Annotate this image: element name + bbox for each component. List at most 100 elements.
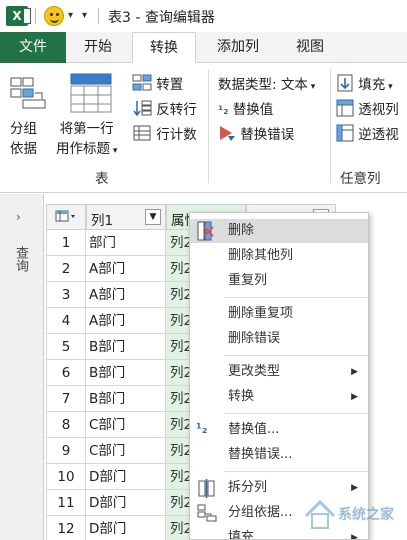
group-by-label-2: 依据 — [10, 141, 37, 157]
replace-values-button[interactable]: ¹₂ 替换值 — [218, 98, 273, 118]
row-number: 7 — [46, 386, 86, 412]
transpose-icon — [132, 74, 152, 91]
cell-col1[interactable]: B部门 — [86, 360, 166, 386]
transpose-button[interactable]: 转置 — [132, 73, 183, 93]
tab-home[interactable]: 开始 — [66, 32, 130, 63]
split-column-icon — [198, 479, 215, 498]
queries-panel[interactable]: › 查询 — [0, 194, 44, 540]
menu-item-label: 删除 — [228, 223, 255, 238]
menu-item-label: 替换值... — [228, 422, 280, 437]
menu-item-remove[interactable]: 删除 — [190, 219, 368, 243]
count-rows-icon — [133, 125, 151, 141]
cell-col1[interactable]: D部门 — [86, 516, 166, 540]
row-number: 10 — [46, 464, 86, 490]
row-number: 6 — [46, 360, 86, 386]
cell-col1[interactable]: B部门 — [86, 386, 166, 412]
title-separator-2 — [98, 8, 99, 24]
menu-item-label: 删除重复项 — [228, 306, 294, 321]
group-by-button[interactable]: 分组 依据 — [10, 119, 37, 159]
menu-separator — [224, 297, 368, 298]
tab-file[interactable]: 文件 — [0, 32, 66, 63]
chevron-down-icon: ▾ — [110, 146, 118, 156]
row-number: 1 — [46, 230, 86, 256]
group-table-label: 表 — [95, 171, 109, 187]
chevron-down-icon: ▾ — [307, 82, 316, 92]
count-rows-label: 行计数 — [156, 127, 197, 143]
menu-item-transform[interactable]: 转换 ▶ — [190, 385, 368, 409]
menu-item-replace-values[interactable]: ¹₂ 替换值... — [190, 418, 368, 442]
submenu-arrow-icon: ▶ — [351, 367, 358, 377]
data-type-dropdown[interactable]: 数据类型: 文本 ▾ — [218, 73, 315, 93]
tab-transform[interactable]: 转换 — [132, 32, 196, 64]
use-first-row-headers-button[interactable]: 将第一行 用作标题 ▾ — [56, 119, 117, 161]
ribbon-tabs: 文件 开始 转换 添加列 视图 — [0, 32, 407, 64]
cell-col1[interactable]: C部门 — [86, 438, 166, 464]
chevron-down-icon: ▾ — [385, 82, 393, 92]
cell-col1[interactable]: 部门 — [86, 230, 166, 256]
menu-separator — [224, 355, 368, 356]
excel-logo-icon[interactable]: X — [6, 6, 31, 26]
menu-item-label: 替换错误... — [228, 447, 293, 462]
cell-col1[interactable]: B部门 — [86, 334, 166, 360]
cell-col1[interactable]: D部门 — [86, 490, 166, 516]
menu-item-remove-other-columns[interactable]: 删除其他列 — [190, 244, 368, 268]
replace-values-label: 替换值 — [232, 102, 274, 118]
menu-item-label: 重复列 — [228, 273, 268, 288]
replace-errors-button[interactable]: 替换错误 — [218, 123, 294, 143]
menu-item-label: 分组依据... — [228, 505, 293, 520]
column-filter-icon[interactable]: ▼ — [145, 209, 161, 225]
fill-down-icon — [337, 74, 353, 92]
reverse-rows-label: 反转行 — [156, 102, 197, 118]
ribbon-group-separator-2 — [330, 69, 331, 183]
tab-add-column[interactable]: 添加列 — [200, 32, 276, 63]
row-number: 4 — [46, 308, 86, 334]
pivot-column-label: 透视列 — [358, 102, 399, 118]
customize-toolbar-icon[interactable]: ▾ — [82, 10, 87, 21]
smiley-dropdown-icon[interactable]: ▾ — [68, 10, 73, 21]
expand-panel-icon[interactable]: › — [16, 210, 21, 224]
menu-item-label: 删除其他列 — [228, 248, 294, 263]
row-number: 9 — [46, 438, 86, 464]
fill-button[interactable]: 填充 ▾ — [336, 73, 393, 93]
menu-item-remove-duplicates[interactable]: 删除重复项 — [190, 302, 368, 326]
menu-item-replace-errors[interactable]: 替换错误... — [190, 443, 368, 467]
menu-item-duplicate-column[interactable]: 重复列 — [190, 269, 368, 293]
row-number: 8 — [46, 412, 86, 438]
menu-item-label: 更改类型 — [228, 364, 281, 379]
column-header-1[interactable]: 列1 ▼ — [86, 204, 166, 230]
cell-col1[interactable]: A部门 — [86, 282, 166, 308]
replace-values-icon: ¹₂ — [196, 422, 208, 437]
row-number: 3 — [46, 282, 86, 308]
fill-label: 填充 — [358, 77, 386, 93]
row-number: 2 — [46, 256, 86, 282]
menu-item-remove-errors[interactable]: 删除错误 — [190, 327, 368, 351]
pivot-column-button[interactable]: 透视列 — [336, 98, 399, 118]
group-any-column-label: 任意列 — [340, 171, 381, 187]
menu-item-change-type[interactable]: 更改类型 ▶ — [190, 360, 368, 384]
replace-errors-icon — [220, 126, 235, 141]
group-by-label-1: 分组 — [10, 121, 37, 137]
use-first-row-label-2: 用作标题 — [56, 141, 110, 157]
reverse-rows-button[interactable]: 反转行 — [132, 98, 197, 118]
cell-col1[interactable]: C部门 — [86, 412, 166, 438]
unpivot-columns-label: 逆透视 — [358, 127, 399, 143]
replace-values-icon: ¹₂ — [218, 103, 229, 117]
feedback-smiley-icon[interactable] — [44, 6, 64, 26]
data-type-label: 数据类型: 文本 — [218, 77, 308, 93]
menu-item-label: 填充 — [228, 530, 255, 540]
watermark-logo: 系统之家 — [300, 490, 404, 534]
title-bar: X ▾ ▾ 表3 - 查询编辑器 — [0, 0, 407, 32]
table-menu-header[interactable] — [46, 204, 86, 230]
tab-view[interactable]: 视图 — [280, 32, 340, 63]
watermark-text: 系统之家 — [338, 507, 394, 523]
reverse-rows-icon — [133, 100, 152, 117]
cell-col1[interactable]: D部门 — [86, 464, 166, 490]
pivot-column-icon — [336, 99, 354, 117]
menu-separator — [224, 471, 368, 472]
cell-col1[interactable]: A部门 — [86, 256, 166, 282]
cell-col1[interactable]: A部门 — [86, 308, 166, 334]
menu-item-label: 转换 — [228, 389, 255, 404]
count-rows-button[interactable]: 行计数 — [132, 123, 197, 143]
unpivot-columns-button[interactable]: 逆透视 — [336, 123, 399, 143]
table-icon — [55, 210, 75, 222]
